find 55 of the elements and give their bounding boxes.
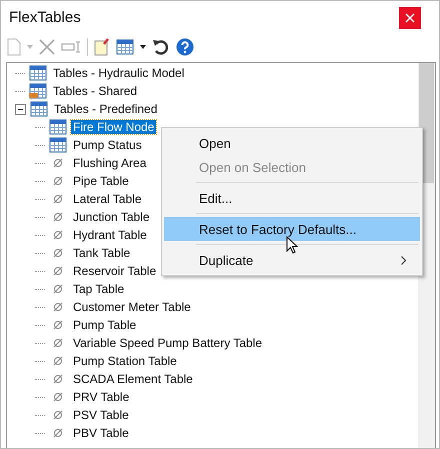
help-icon[interactable] xyxy=(176,38,194,56)
table-icon xyxy=(49,119,67,135)
empty-set-icon xyxy=(53,284,63,294)
menu-item[interactable]: Open xyxy=(164,131,420,155)
tree-item[interactable]: Tables - Hydraulic Model xyxy=(51,66,186,80)
empty-set-icon xyxy=(53,266,63,276)
empty-set-icon xyxy=(53,230,63,240)
empty-set-icon xyxy=(53,392,63,402)
table-icon xyxy=(49,137,67,153)
shared-table-icon xyxy=(29,83,47,99)
empty-set-icon xyxy=(53,194,63,204)
tree-item[interactable]: Pump Status xyxy=(71,138,144,152)
tree-item[interactable]: Customer Meter Table xyxy=(71,300,193,314)
empty-set-icon xyxy=(53,248,63,258)
tree-item[interactable]: Tank Table xyxy=(71,246,132,260)
window-title: FlexTables xyxy=(9,9,81,26)
close-icon xyxy=(405,12,415,22)
collapse-icon[interactable] xyxy=(15,104,26,114)
table-icon[interactable] xyxy=(116,39,134,55)
tree-item[interactable]: Variable Speed Pump Battery Table xyxy=(71,336,264,350)
tree-item[interactable]: Tap Table xyxy=(71,282,126,296)
edit-note-icon[interactable] xyxy=(94,38,110,56)
empty-set-icon xyxy=(53,374,63,384)
empty-set-icon xyxy=(53,176,63,186)
tree-item[interactable]: Hydrant Table xyxy=(71,228,149,242)
refresh-icon[interactable] xyxy=(152,38,170,56)
dropdown-arrow-icon[interactable] xyxy=(140,45,146,49)
empty-set-icon xyxy=(53,356,63,366)
empty-set-icon xyxy=(53,428,63,438)
empty-set-icon xyxy=(53,158,63,168)
table-icon xyxy=(29,65,47,81)
menu-item[interactable]: Edit... xyxy=(164,186,420,210)
tree-item[interactable]: Tables - Predefined xyxy=(52,102,160,116)
tree-item[interactable]: Flushing Area xyxy=(71,156,148,170)
tree-item[interactable]: Junction Table xyxy=(71,210,152,224)
empty-set-icon xyxy=(53,212,63,222)
tree-item[interactable]: Pump Station Table xyxy=(71,354,179,368)
mouse-cursor-icon xyxy=(286,236,298,254)
menu-item[interactable]: Duplicate xyxy=(164,248,420,272)
tree-item[interactable]: PBV Table xyxy=(71,426,131,440)
close-button[interactable] xyxy=(399,6,421,28)
tree-item[interactable]: PSV Table xyxy=(71,408,131,422)
empty-set-icon xyxy=(53,320,63,330)
empty-set-icon xyxy=(53,410,63,420)
table-icon xyxy=(30,101,48,117)
tree-item[interactable]: SCADA Element Table xyxy=(71,372,195,386)
tree-item[interactable]: Lateral Table xyxy=(71,192,144,206)
empty-set-icon xyxy=(53,338,63,348)
tree-item[interactable]: Tables - Shared xyxy=(51,84,140,98)
tree-item[interactable]: Fire Flow Node xyxy=(71,120,156,134)
tree-item[interactable]: PRV Table xyxy=(71,390,132,404)
tree-item[interactable]: Reservoir Table xyxy=(71,264,158,278)
empty-set-icon xyxy=(53,302,63,312)
tree-item[interactable]: Pump Table xyxy=(71,318,138,332)
tree-item[interactable]: Pipe Table xyxy=(71,174,131,188)
